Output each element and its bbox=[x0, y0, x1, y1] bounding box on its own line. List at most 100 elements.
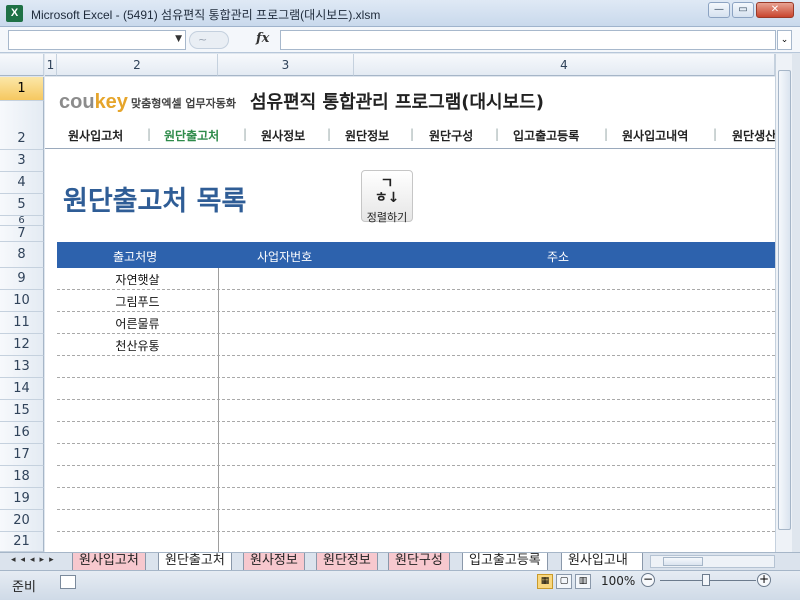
zoom-slider-thumb[interactable] bbox=[702, 574, 710, 586]
app-title: 섬유편직 통합관리 프로그램(대시보드) bbox=[250, 92, 544, 113]
sheet-tab-yarn-supplier[interactable]: 원사입고처 bbox=[72, 553, 146, 570]
zoom-out-button[interactable]: − bbox=[641, 573, 655, 587]
row-header[interactable]: 14 bbox=[0, 378, 44, 400]
macro-record-icon[interactable] bbox=[60, 575, 76, 589]
table-row[interactable] bbox=[57, 378, 775, 400]
expand-formula-button[interactable]: ⌄ bbox=[777, 30, 792, 50]
excel-app-icon[interactable]: X bbox=[6, 5, 23, 22]
vertical-scrollbar[interactable] bbox=[775, 54, 792, 552]
logo-text: cou bbox=[59, 91, 95, 113]
nav-separator: | bbox=[410, 127, 415, 141]
insert-function-icon[interactable]: fx bbox=[256, 31, 269, 46]
sheet-nav-arrows-icon[interactable]: ◂◂◂▸▸ bbox=[11, 555, 59, 565]
close-button[interactable]: ✕ bbox=[756, 2, 794, 18]
nav-item-yarn-info[interactable]: 원사정보 bbox=[261, 127, 305, 144]
table-row[interactable] bbox=[57, 532, 775, 552]
column-header[interactable]: 2 bbox=[57, 54, 218, 76]
nav-separator: | bbox=[243, 127, 248, 141]
chevron-down-icon[interactable]: ▼ bbox=[175, 34, 182, 44]
table-row[interactable]: 어른물류 bbox=[57, 312, 775, 334]
sheet-tab-bar: ◂◂◂▸▸ 원사입고처 원단출고처 원사정보 원단정보 원단구성 입고출고등록 … bbox=[0, 552, 800, 570]
column-header[interactable]: 3 bbox=[218, 54, 354, 76]
table-row[interactable]: 천산유통 bbox=[57, 334, 775, 356]
row-header[interactable]: 15 bbox=[0, 400, 44, 422]
row-header[interactable]: 3 bbox=[0, 150, 44, 172]
row-header[interactable]: 1 bbox=[0, 77, 44, 101]
column-header[interactable]: 4 bbox=[354, 54, 775, 76]
table-row[interactable] bbox=[57, 488, 775, 510]
formula-cancel-button[interactable]: ~ bbox=[189, 31, 229, 49]
row-header[interactable]: 4 bbox=[0, 172, 44, 194]
nav-item-inout-register[interactable]: 입고출고등록 bbox=[513, 127, 579, 144]
select-all-corner[interactable] bbox=[0, 54, 44, 76]
page-title: 원단출고처 목록 bbox=[63, 186, 247, 217]
table-row[interactable] bbox=[57, 444, 775, 466]
row-header[interactable]: 2 bbox=[0, 101, 44, 150]
sheet-tab-fabric-outlet[interactable]: 원단출고처 bbox=[158, 553, 232, 570]
outlet-name-cell[interactable]: 자연햇살 bbox=[57, 271, 218, 288]
ready-status: 준비 bbox=[12, 580, 36, 595]
row-header[interactable]: 20 bbox=[0, 510, 44, 532]
coukey-logo: coukey bbox=[59, 91, 128, 114]
sort-button[interactable]: ㄱㅎ↓ 정렬하기 bbox=[361, 170, 413, 224]
worksheet-area[interactable]: coukey 맞춤형엑셀 업무자동화 섬유편직 통합관리 프로그램(대시보드) … bbox=[45, 77, 775, 552]
table-header: 출고처명 사업자번호 주소 bbox=[57, 242, 775, 268]
status-bar: 준비 ▦ ▢ ▥ 100% − + bbox=[0, 570, 800, 600]
sheet-tab-inout-register[interactable]: 입고출고등록 bbox=[462, 553, 548, 570]
nav-item-fabric-info[interactable]: 원단정보 bbox=[345, 127, 389, 144]
page-layout-view-button[interactable]: ▢ bbox=[556, 574, 572, 589]
zoom-level[interactable]: 100% bbox=[601, 574, 635, 588]
sheet-tab-fabric-composition[interactable]: 원단구성 bbox=[388, 553, 450, 570]
table-row[interactable] bbox=[57, 422, 775, 444]
page-break-view-button[interactable]: ▥ bbox=[575, 574, 591, 589]
sort-button-label: 정렬하기 bbox=[366, 211, 408, 224]
table-row[interactable] bbox=[57, 510, 775, 532]
outlet-name-cell[interactable]: 그림푸드 bbox=[57, 293, 218, 310]
nav-item-yarn-supplier[interactable]: 원사입고처 bbox=[68, 127, 123, 144]
outlet-name-cell[interactable]: 어른물류 bbox=[57, 315, 218, 332]
nav-item-fabric-outlet[interactable]: 원단출고처 bbox=[164, 127, 219, 144]
restore-button[interactable]: ▭ bbox=[732, 2, 754, 18]
nav-separator: | bbox=[147, 127, 152, 141]
table-row[interactable] bbox=[57, 400, 775, 422]
sheet-tab-yarn-receipt[interactable]: 원사입고내 bbox=[561, 553, 643, 570]
row-header[interactable]: 10 bbox=[0, 290, 44, 312]
row-header[interactable]: 17 bbox=[0, 444, 44, 466]
logo-tagline: 맞춤형엑셀 업무자동화 bbox=[131, 97, 237, 110]
row-header[interactable]: 18 bbox=[0, 466, 44, 488]
row-header[interactable]: 19 bbox=[0, 488, 44, 510]
table-row[interactable] bbox=[57, 356, 775, 378]
name-box[interactable]: ▼ bbox=[8, 30, 186, 50]
row-header[interactable]: 5 bbox=[0, 194, 44, 216]
table-row[interactable]: 그림푸드 bbox=[57, 290, 775, 312]
row-header[interactable]: 11 bbox=[0, 312, 44, 334]
table-row[interactable] bbox=[57, 466, 775, 488]
sheet-tab-yarn-info[interactable]: 원사정보 bbox=[243, 553, 305, 570]
horizontal-scrollbar[interactable] bbox=[650, 555, 775, 568]
row-header[interactable]: 8 bbox=[0, 242, 44, 268]
row-header[interactable]: 21 bbox=[0, 532, 44, 552]
dashboard-nav: 원사입고처 | 원단출고처 | 원사정보 | 원단정보 | 원단구성 | 입고출… bbox=[45, 121, 775, 149]
column-label-address: 주소 bbox=[547, 250, 570, 264]
row-header[interactable]: 16 bbox=[0, 422, 44, 444]
nav-item-fabric-production[interactable]: 원단생산 bbox=[732, 127, 775, 144]
zoom-in-button[interactable]: + bbox=[757, 573, 771, 587]
row-header[interactable]: 7 bbox=[0, 226, 44, 242]
outlet-name-cell[interactable]: 천산유통 bbox=[57, 337, 218, 354]
row-header[interactable]: 9 bbox=[0, 268, 44, 290]
nav-item-fabric-composition[interactable]: 원단구성 bbox=[429, 127, 473, 144]
normal-view-button[interactable]: ▦ bbox=[537, 574, 553, 589]
horizontal-scroll-thumb[interactable] bbox=[663, 557, 703, 566]
sheet-tab-fabric-info[interactable]: 원단정보 bbox=[316, 553, 378, 570]
nav-item-yarn-receipt-history[interactable]: 원사입고내역 bbox=[622, 127, 688, 144]
formula-input[interactable] bbox=[280, 30, 776, 50]
column-header[interactable]: 1 bbox=[45, 54, 57, 76]
vertical-scroll-thumb[interactable] bbox=[778, 70, 791, 530]
sort-icon: ㄱㅎ↓ bbox=[374, 176, 400, 206]
row-header[interactable]: 13 bbox=[0, 356, 44, 378]
minimize-button[interactable]: — bbox=[708, 2, 730, 18]
row-header[interactable]: 6 bbox=[0, 216, 44, 226]
row-header[interactable]: 12 bbox=[0, 334, 44, 356]
table-row[interactable]: 자연햇살 bbox=[57, 268, 775, 290]
formula-bar: ▼ ~ fx ⌄ bbox=[0, 27, 800, 53]
